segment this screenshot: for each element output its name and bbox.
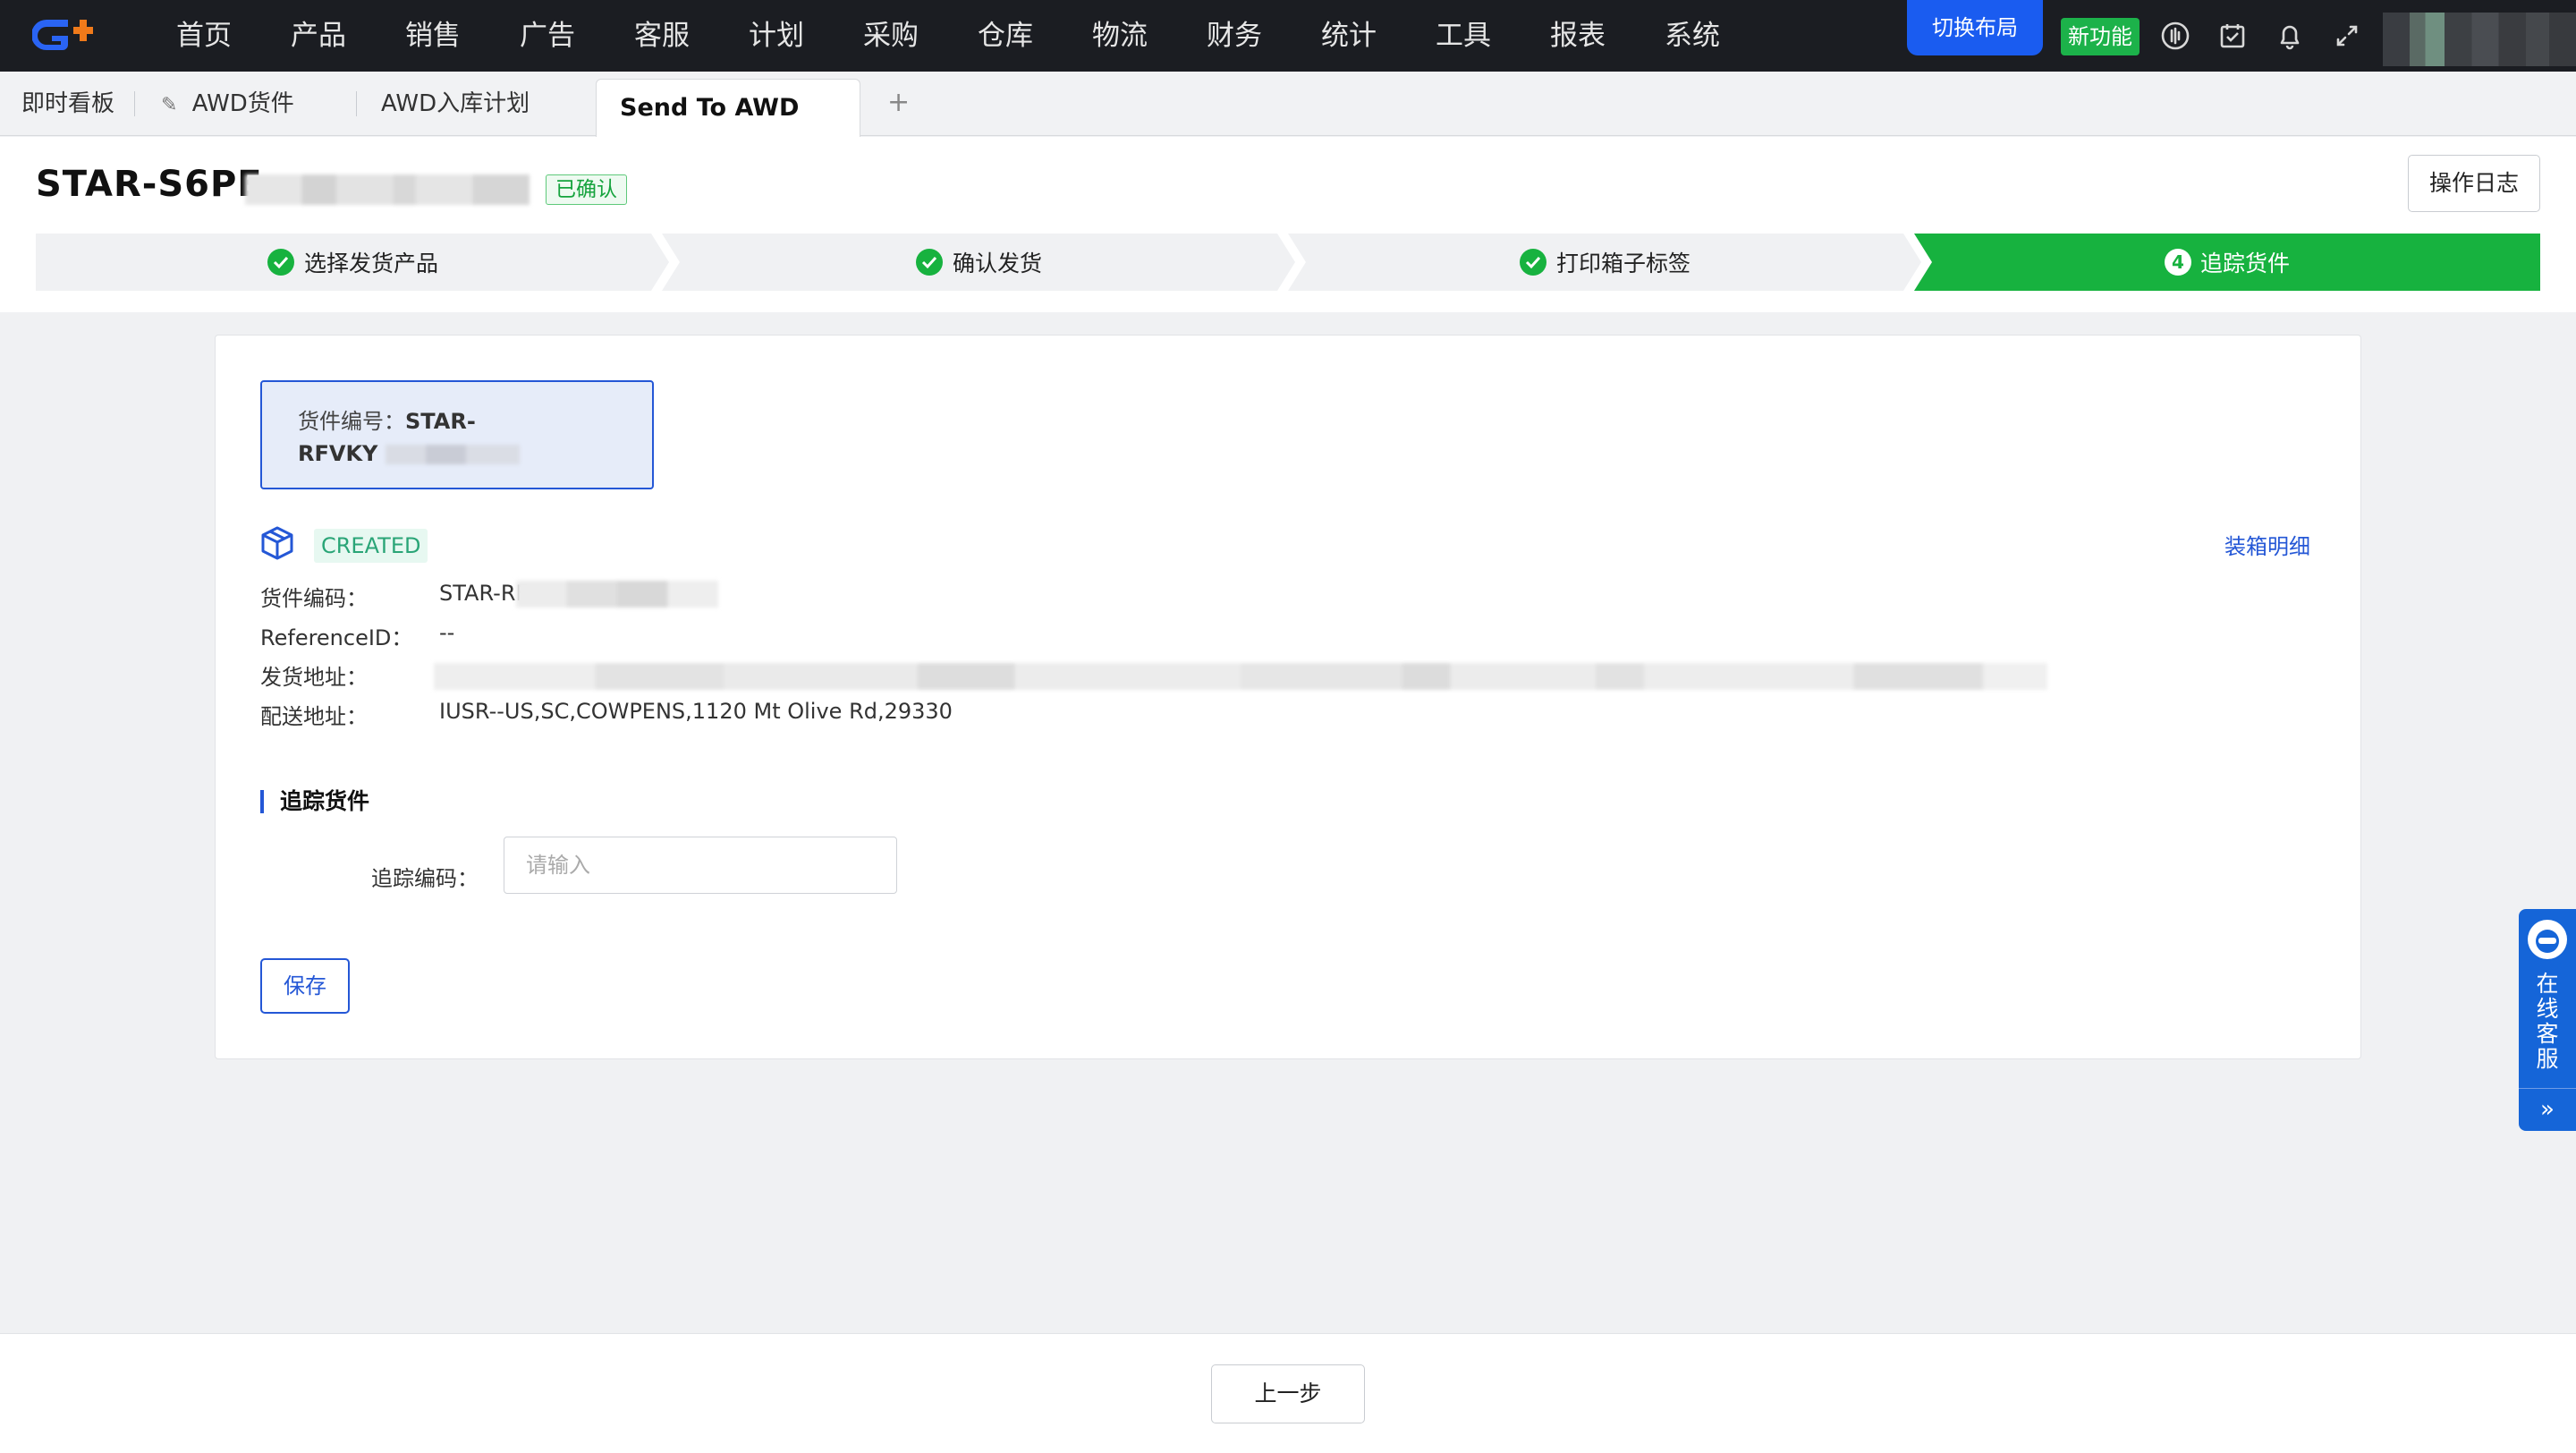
tab-send-to-awd[interactable]: Send To AWD xyxy=(596,79,860,137)
dashboard-icon[interactable] xyxy=(2159,20,2191,52)
step-label: 追踪货件 xyxy=(2199,251,2290,276)
user-avatar[interactable] xyxy=(2383,13,2576,66)
menu-item-system[interactable]: 系统 xyxy=(1635,0,1750,72)
add-tab-button[interactable]: + xyxy=(887,72,910,136)
tab-awd-shipment-label: AWD货件 xyxy=(191,90,294,117)
top-nav: 首页 产品 销售 广告 客服 计划 采购 仓库 物流 财务 统计 工具 报表 系… xyxy=(0,0,2576,72)
calendar-check-icon[interactable] xyxy=(2216,20,2249,52)
menu-item-plan[interactable]: 计划 xyxy=(719,0,834,72)
menu-item-product[interactable]: 产品 xyxy=(261,0,376,72)
menu-item-home[interactable]: 首页 xyxy=(147,0,261,72)
check-circle-icon xyxy=(915,249,943,276)
collapse-service-button[interactable]: » xyxy=(2519,1088,2576,1131)
redacted-shipment-code xyxy=(516,581,718,608)
bell-icon[interactable] xyxy=(2274,20,2306,52)
online-service-widget[interactable]: 在线客服 » xyxy=(2519,909,2576,1131)
save-button[interactable]: 保存 xyxy=(260,958,350,1014)
shipment-id-value-2: RFVKY xyxy=(298,441,378,466)
step-print-box-labels: 打印箱子标签 xyxy=(1288,234,1921,291)
steps-bar: 选择发货产品 确认发货 打印箱子标签 4 追踪货件 xyxy=(36,234,2540,291)
pin-icon[interactable]: ✎ xyxy=(161,94,177,116)
tab-separator xyxy=(356,91,357,116)
tab-awd-shipment[interactable]: ✎ AWD货件 xyxy=(161,72,294,136)
menu-item-statistics[interactable]: 统计 xyxy=(1292,0,1406,72)
step-label: 选择发货产品 xyxy=(303,251,438,276)
menu-item-warehouse[interactable]: 仓库 xyxy=(948,0,1063,72)
check-circle-icon xyxy=(1519,249,1546,276)
previous-step-button[interactable]: 上一步 xyxy=(1211,1364,1365,1423)
new-feature-button[interactable]: 新功能 xyxy=(2061,18,2140,55)
menu-item-logistics[interactable]: 物流 xyxy=(1063,0,1177,72)
shipment-id-value: STAR- xyxy=(405,409,476,434)
menu-item-ads[interactable]: 广告 xyxy=(490,0,605,72)
redacted-title-suffix xyxy=(245,174,530,205)
redacted-shipment-id xyxy=(385,445,520,464)
page-title: STAR-S6PE xyxy=(36,164,263,205)
online-service-label: 在线客服 xyxy=(2519,972,2576,1072)
menu-item-service[interactable]: 客服 xyxy=(605,0,719,72)
tab-awd-inbound-plan[interactable]: AWD入库计划 xyxy=(381,72,530,136)
check-circle-icon xyxy=(267,249,294,276)
shipment-status-badge: CREATED xyxy=(314,529,428,563)
step-label: 打印箱子标签 xyxy=(1555,251,1690,276)
package-icon xyxy=(261,526,293,560)
menu-item-tools[interactable]: 工具 xyxy=(1406,0,1521,72)
menu-item-finance[interactable]: 财务 xyxy=(1177,0,1292,72)
tab-dashboard[interactable]: 即时看板 xyxy=(21,72,114,136)
operation-log-button[interactable]: 操作日志 xyxy=(2408,155,2540,212)
page: 首页 产品 销售 广告 客服 计划 采购 仓库 物流 财务 统计 工具 报表 系… xyxy=(0,0,2576,1453)
field-key: ReferenceID： xyxy=(260,625,413,650)
field-key: 配送地址： xyxy=(260,704,368,729)
service-avatar-icon xyxy=(2528,920,2567,959)
redacted-ship-from-address xyxy=(434,663,2047,690)
tracking-code-label: 追踪编码： xyxy=(371,866,479,891)
shipment-id-box[interactable]: 货件编号：STAR- RFVKY xyxy=(260,380,654,489)
main-menu: 首页 产品 销售 广告 客服 计划 采购 仓库 物流 财务 统计 工具 报表 系… xyxy=(147,0,1750,72)
tab-bar: 即时看板 ✎ AWD货件 AWD入库计划 Send To AWD + xyxy=(0,72,2576,137)
step-label: 确认发货 xyxy=(952,251,1042,276)
field-value: STAR-RF xyxy=(439,581,529,606)
status-badge: 已确认 xyxy=(546,174,627,205)
field-value: -- xyxy=(439,620,455,645)
step-number: 4 xyxy=(2164,249,2191,276)
shipment-id-label: 货件编号： xyxy=(298,409,405,434)
switch-layout-button[interactable]: 切换布局 xyxy=(1907,0,2043,55)
footer-bar: 上一步 xyxy=(0,1333,2576,1453)
field-key: 货件编码： xyxy=(260,586,368,611)
tab-separator xyxy=(134,91,135,116)
menu-item-reports[interactable]: 报表 xyxy=(1521,0,1635,72)
tracking-code-input[interactable] xyxy=(504,837,897,894)
online-service-text: 在线客服 xyxy=(2536,971,2559,1072)
step-select-products: 选择发货产品 xyxy=(36,234,669,291)
step-track-shipment: 4 追踪货件 xyxy=(1914,234,2540,291)
shipment-card: 货件编号：STAR- RFVKY CREATED 装箱明细 货件编码： STAR… xyxy=(215,335,2361,1059)
step-confirm-shipment: 确认发货 xyxy=(662,234,1295,291)
menu-item-purchase[interactable]: 采购 xyxy=(834,0,948,72)
field-value: IUSR--US,SC,COWPENS,1120 Mt Olive Rd,293… xyxy=(439,699,953,724)
page-header: STAR-S6PE 已确认 操作日志 选择发货产品 确认发货 打印箱子标签 4 … xyxy=(0,137,2576,312)
logo-icon[interactable] xyxy=(32,14,111,55)
fullscreen-icon[interactable] xyxy=(2331,20,2363,52)
menu-item-sales[interactable]: 销售 xyxy=(376,0,490,72)
packing-detail-link[interactable]: 装箱明细 xyxy=(2224,529,2310,560)
section-title-track-shipment: 追踪货件 xyxy=(260,790,369,813)
field-key: 发货地址： xyxy=(260,665,368,690)
